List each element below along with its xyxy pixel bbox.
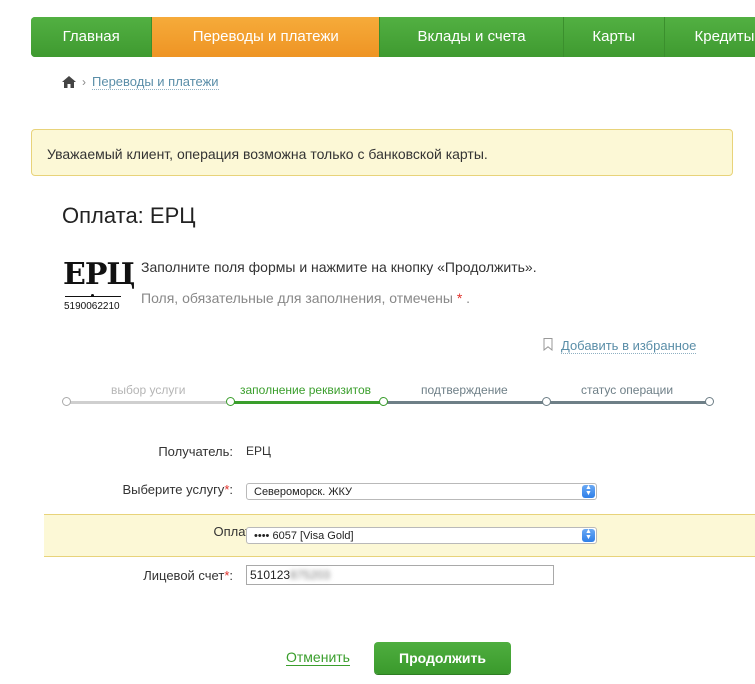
cancel-link[interactable]: Отменить [286,650,350,666]
nav-item-home[interactable]: Главная [31,17,153,57]
continue-button[interactable]: Продолжить [374,642,511,674]
service-label: Выберите услугу*: [122,482,233,497]
step-dot-2 [226,397,235,406]
instruction-text: Заполните поля формы и нажмите на кнопку… [141,259,537,275]
recipient-row: Получатель: ЕРЦ [0,442,755,462]
warning-alert: Уважаемый клиент, операция возможна толь… [31,129,733,176]
page-title: Оплата: ЕРЦ [62,203,196,228]
step-operation-status: статус операции [581,383,674,397]
account-label: Лицевой счет*: [143,568,233,583]
step-dot-3 [379,397,388,406]
breadcrumb: › Переводы и платежи [62,74,219,90]
step-dot-4 [542,397,551,406]
main-nav: Главная Переводы и платежи Вклады и счет… [31,17,755,57]
account-row: Лицевой счет*: 510123875203 [0,565,755,587]
nav-item-deposits[interactable]: Вклады и счета [380,17,565,57]
provider-logo: ЕРЦ 5190062210 [63,257,135,313]
service-select[interactable]: Североморск. ЖКУ ▲ ▼ [246,483,597,500]
bookmark-icon [543,338,553,354]
chevron-right-icon: › [82,75,86,89]
home-icon[interactable] [62,76,76,88]
account-input[interactable]: 510123875203 [246,565,554,585]
step-confirmation: подтверждение [421,383,508,397]
pay-from-select[interactable]: •••• 6057 [Visa Gold] ▲ ▼ [246,527,597,544]
recipient-value: ЕРЦ [246,444,271,458]
step-fill-details: заполнение реквизитов [240,383,372,397]
breadcrumb-link-transfers[interactable]: Переводы и платежи [92,74,219,90]
nav-item-credits[interactable]: Кредиты [664,17,755,57]
step-select-service: выбор услуги [111,383,186,397]
add-favorite-link[interactable]: Добавить в избранное [561,338,697,354]
step-dot-1 [62,397,71,406]
required-note: Поля, обязательные для заполнения, отмеч… [141,290,471,306]
recipient-label: Получатель: [158,444,233,459]
account-value-redacted: 875203 [290,568,331,582]
nav-item-cards[interactable]: Карты [564,17,665,57]
provider-code: 5190062210 [64,301,120,312]
step-dot-5 [705,397,714,406]
nav-item-transfers[interactable]: Переводы и платежи [152,17,381,57]
required-mark: * [456,290,463,306]
add-favorite[interactable]: Добавить в избранное [543,338,697,354]
chevron-updown-icon: ▲ ▼ [582,528,595,542]
service-row: Выберите услугу*: Североморск. ЖКУ ▲ ▼ [0,480,755,502]
chevron-updown-icon: ▲ ▼ [582,484,595,498]
provider-logo-text: ЕРЦ [63,257,135,292]
progress-steps: выбор услуги заполнение реквизитов подтв… [62,380,714,410]
pay-from-row: Оплата с*: •••• 6057 [Visa Gold] ▲▼ [44,514,755,557]
